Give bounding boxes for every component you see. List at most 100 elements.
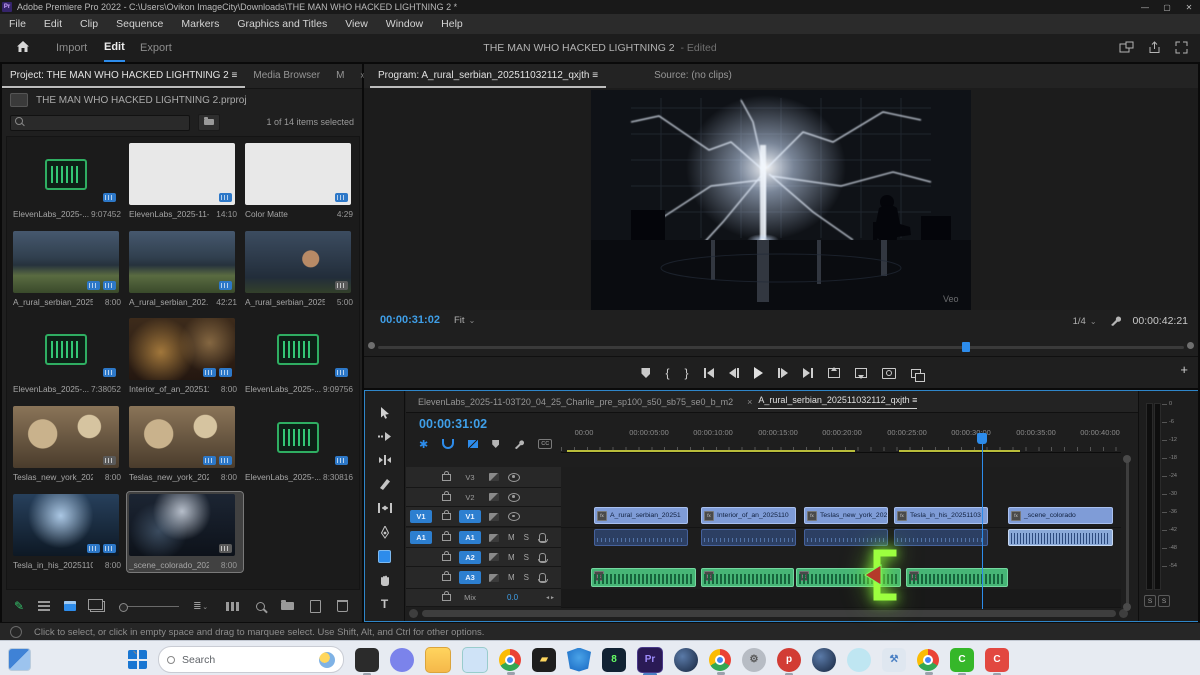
comparison-view-button[interactable] — [911, 369, 921, 378]
sync-lock-icon[interactable] — [489, 473, 499, 481]
voiceover-record-icon[interactable] — [539, 573, 546, 582]
sort-icons-button[interactable]: ≣ ⌄ — [193, 601, 207, 612]
thumbnail-zoom-slider[interactable] — [119, 606, 179, 607]
play-button[interactable] — [754, 367, 763, 379]
source-patch-v1[interactable]: V1 — [410, 510, 432, 523]
timeline-audio-clip[interactable] — [701, 529, 796, 546]
fullscreen-icon[interactable] — [1175, 41, 1188, 54]
sync-lock-icon[interactable] — [489, 574, 499, 582]
file-explorer-icon[interactable] — [425, 647, 451, 673]
tab-edit[interactable]: Edit — [104, 34, 125, 62]
writable-pen-icon[interactable]: ✎ — [14, 599, 24, 613]
menu-window[interactable]: Window — [377, 18, 432, 30]
project-bin-grid[interactable]: ElevenLabs_2025-...9:07452 ElevenLabs_20… — [6, 136, 360, 590]
close-button[interactable]: ✕ — [1178, 3, 1200, 12]
project-item[interactable]: Teslas_new_york_202...8:00 — [11, 404, 127, 484]
dark-orb-app-icon[interactable] — [674, 648, 698, 672]
vertical-scrollbar[interactable] — [1123, 455, 1131, 611]
timeline-audio-clip[interactable] — [804, 529, 888, 546]
new-bin-button[interactable] — [281, 602, 294, 610]
project-item[interactable]: A_rural_serbian_2025...8:00 — [11, 229, 127, 309]
track-a3[interactable]: fx fx fx fx — [561, 567, 1121, 590]
tab-import[interactable]: Import — [56, 34, 87, 62]
chrome-icon[interactable] — [499, 649, 521, 671]
chrome-beta-icon[interactable] — [917, 649, 939, 671]
tab-truncated[interactable]: M — [328, 64, 352, 88]
project-item[interactable]: A_rural_serbian_2025...5:00 — [243, 229, 359, 309]
horizontal-scrollbar[interactable] — [422, 610, 1116, 617]
project-item[interactable]: Teslas_new_york_202...8:00 — [127, 404, 243, 484]
share-icon[interactable] — [1148, 41, 1161, 54]
notepad-app-icon[interactable] — [355, 648, 379, 672]
type-tool[interactable]: T — [377, 597, 393, 611]
step-forward-button[interactable] — [778, 368, 788, 378]
menu-markers[interactable]: Markers — [172, 18, 228, 30]
scrub-zoom-handle-right[interactable] — [1187, 342, 1194, 349]
timeline-music-clip[interactable]: fx — [701, 568, 794, 587]
camtasia-app-icon[interactable]: C — [950, 648, 974, 672]
track-name-a3[interactable]: A3 — [459, 571, 481, 584]
menu-view[interactable]: View — [336, 18, 377, 30]
project-item[interactable]: A_rural_serbian_202...42:21 — [127, 229, 243, 309]
timeline-audio-clip[interactable] — [594, 529, 688, 546]
track-visibility-icon[interactable] — [508, 512, 520, 521]
new-search-bin-button[interactable] — [198, 114, 220, 131]
red-p-app-icon[interactable]: p — [777, 648, 801, 672]
program-timecode[interactable]: 00:00:31:02 — [380, 314, 440, 326]
timeline-clip[interactable]: fxA_rural_serbian_20251 — [594, 507, 688, 524]
ripple-edit-tool[interactable] — [377, 453, 393, 467]
project-item[interactable]: Interior_of_an_202511...8:00 — [127, 316, 243, 396]
breadcrumb-project-file[interactable]: THE MAN WHO HACKED LIGHTNING 2.prproj — [36, 95, 247, 106]
track-v1[interactable]: fxA_rural_serbian_20251 fxInterior_of_an… — [561, 507, 1121, 528]
slip-tool[interactable] — [377, 501, 393, 515]
mark-out-button[interactable]: } — [685, 367, 689, 379]
copilot-app-icon[interactable] — [462, 647, 488, 673]
lock-icon[interactable] — [442, 574, 451, 581]
project-item[interactable]: Tesla_in_his_2025110...8:00 — [11, 492, 127, 572]
tab-project[interactable]: Project: THE MAN WHO HACKED LIGHTNING 2 … — [2, 64, 245, 88]
project-item[interactable]: Color Matte4:29 — [243, 141, 359, 221]
playback-resolution-dropdown[interactable]: 1/4⌄ — [1073, 316, 1097, 327]
timeline-clip[interactable]: fxTeslas_new_york_2025 — [804, 507, 888, 524]
list-view-button[interactable] — [38, 601, 50, 611]
button-editor-plus-icon[interactable]: + — [1180, 362, 1188, 377]
chat-app-icon[interactable] — [390, 648, 414, 672]
track-a1[interactable] — [561, 528, 1121, 549]
find-button[interactable] — [256, 602, 265, 611]
tab-close-icon[interactable]: × — [747, 397, 752, 407]
timeline-timecode[interactable]: 00:00:31:02 — [419, 417, 487, 431]
tools-app-icon[interactable]: ⚒ — [882, 648, 906, 672]
export-frame-button[interactable] — [882, 368, 896, 379]
h-zoom-handle-left[interactable] — [409, 609, 418, 618]
program-video-frame[interactable]: Veo — [591, 90, 971, 310]
track-a2[interactable] — [561, 548, 1121, 568]
taskbar-search[interactable]: Search — [158, 646, 344, 673]
linked-selection-icon[interactable] — [468, 440, 478, 448]
program-scrubber[interactable] — [378, 346, 1184, 349]
menu-file[interactable]: File — [0, 18, 35, 30]
track-name-v3[interactable]: V3 — [459, 471, 481, 484]
track-select-forward-tool[interactable] — [377, 429, 393, 443]
solo-button[interactable]: S — [524, 573, 529, 582]
timeline-playhead[interactable] — [977, 433, 987, 444]
solo-button[interactable]: S — [524, 553, 529, 562]
timeline-clip[interactable]: fx_scene_colorado — [1008, 507, 1113, 524]
delete-button[interactable] — [337, 600, 348, 612]
timeline-audio-clip[interactable] — [894, 529, 988, 546]
code-editor-icon[interactable]: ▰ — [532, 648, 556, 672]
menu-clip[interactable]: Clip — [71, 18, 107, 30]
source-patch-a1[interactable]: A1 — [410, 531, 432, 544]
timeline-audio-clip-selected[interactable] — [1008, 529, 1113, 546]
settings-wrench-icon[interactable] — [1109, 315, 1121, 327]
sequence-tab-active[interactable]: A_rural_serbian_202511032112_qxjth ≡ — [758, 395, 917, 409]
step-back-button[interactable] — [729, 368, 739, 378]
nest-toggle-icon[interactable]: ✱ — [419, 438, 428, 451]
extract-button[interactable] — [855, 368, 867, 378]
rectangle-tool-active[interactable] — [377, 549, 393, 563]
mute-button[interactable]: M — [508, 533, 515, 542]
snap-toggle-icon[interactable] — [442, 439, 454, 449]
menu-graphics-titles[interactable]: Graphics and Titles — [228, 18, 336, 30]
project-item[interactable]: ElevenLabs_2025-...9:09756 — [243, 316, 359, 396]
track-name-v2[interactable]: V2 — [459, 491, 481, 504]
lock-icon[interactable] — [442, 534, 451, 541]
